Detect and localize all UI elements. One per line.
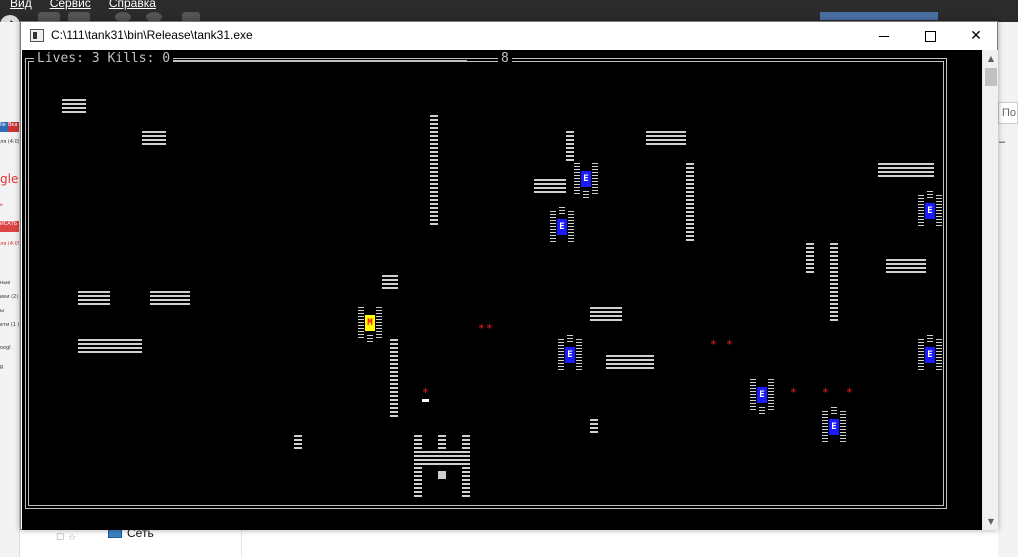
scroll-thumb[interactable]	[985, 68, 997, 86]
brick-wall	[606, 355, 654, 371]
shell: *	[486, 322, 493, 335]
background-tab[interactable]	[820, 12, 938, 20]
shell: *	[846, 386, 853, 399]
console-output[interactable]: Lives: 3 Kills: 0 8 E E E M E E E E * * …	[22, 50, 982, 530]
shell: *	[422, 386, 429, 399]
brick-wall	[534, 179, 566, 195]
marker	[422, 399, 429, 402]
level-number: 8	[498, 52, 512, 66]
maximize-button[interactable]	[907, 22, 953, 50]
shell: *	[710, 338, 717, 351]
desktop: Вид Сервис Справка ➜ lle Вка ля (4:0) gl…	[0, 0, 1018, 557]
strip-text: oogl	[0, 345, 11, 351]
menu-service[interactable]: Сервис	[50, 0, 91, 10]
strip-text: ИСАТЬ	[0, 221, 19, 232]
shell: *	[478, 322, 485, 335]
scroll-up-icon[interactable]: ▲	[983, 50, 999, 67]
minimize-button[interactable]	[861, 22, 907, 50]
enemy-tank: E	[750, 379, 774, 415]
title-bar[interactable]: C:\111\tank31\bin\Release\tank31.exe ✕	[21, 22, 997, 50]
brick-wall	[142, 131, 166, 147]
brick-wall	[390, 339, 398, 419]
brick-wall	[686, 163, 694, 243]
player-tank: M	[358, 307, 382, 343]
close-button[interactable]: ✕	[953, 22, 999, 50]
base-wall	[414, 435, 422, 499]
strip-text: R	[0, 365, 4, 371]
enemy-tank: E	[558, 335, 582, 371]
background-search-input[interactable]: По	[998, 102, 1018, 124]
brick-wall	[78, 291, 110, 307]
divider	[241, 530, 242, 557]
enemy-tank: E	[918, 191, 942, 227]
brick-wall	[646, 131, 686, 147]
base-eagle	[438, 471, 446, 479]
brick-wall	[294, 435, 302, 451]
brick-wall	[590, 419, 598, 435]
strip-text: ные	[0, 280, 11, 286]
strip-text: ы	[0, 308, 4, 314]
hud-status: Lives: 3 Kills: 0	[34, 52, 174, 66]
strip-text: ики (2)	[0, 294, 19, 300]
base-wall	[462, 435, 470, 499]
brick-wall	[150, 291, 190, 307]
brick-wall	[566, 131, 574, 163]
brick-wall	[62, 99, 86, 115]
enemy-tank: E	[574, 163, 598, 199]
window-title: C:\111\tank31\bin\Release\tank31.exe	[51, 28, 253, 42]
brick-wall	[78, 339, 142, 355]
strip-text: gle	[0, 172, 19, 186]
vertical-scrollbar[interactable]: ▲ ▼	[982, 50, 998, 530]
background-row-icons: ☐ ☆	[56, 533, 76, 543]
menu-view[interactable]: Вид	[10, 0, 32, 10]
shell: *	[726, 338, 733, 351]
shell: *	[822, 386, 829, 399]
enemy-tank: E	[822, 407, 846, 443]
strip-text: ь	[0, 202, 3, 208]
brick-wall	[830, 243, 838, 323]
brick-wall	[878, 163, 934, 179]
console-app-icon	[30, 29, 44, 42]
brick-wall	[886, 259, 926, 275]
scroll-down-icon[interactable]: ▼	[983, 513, 999, 530]
background-toolbar: Вид Сервис Справка	[0, 0, 1018, 22]
star-icon: ☆	[68, 533, 77, 543]
brick-wall	[382, 275, 398, 291]
background-explorer-pane	[20, 530, 998, 557]
background-menu: Вид Сервис Справка	[10, 0, 156, 10]
strip-text: ля (4:05)	[0, 241, 19, 247]
enemy-tank: E	[550, 207, 574, 243]
base-wall	[422, 451, 462, 467]
enemy-tank: E	[918, 335, 942, 371]
menu-help[interactable]: Справка	[109, 0, 156, 10]
checkbox-icon: ☐	[56, 533, 65, 543]
strip-text: ети (1 ()	[0, 322, 20, 328]
console-window: C:\111\tank31\bin\Release\tank31.exe ✕ L…	[20, 21, 998, 530]
base-wall	[438, 435, 446, 451]
background-minus: –	[999, 136, 1006, 148]
playfield-border-inner	[28, 61, 944, 506]
brick-wall	[590, 307, 622, 323]
strip-text: ля (4:0)	[0, 139, 20, 145]
strip-text: Вка	[8, 122, 19, 132]
hud-divider	[172, 58, 467, 61]
brick-wall	[806, 243, 814, 275]
shell: *	[790, 386, 797, 399]
background-browser-strip: lle Вка ля (4:0) gle ь ИСАТЬ ля (4:05) н…	[0, 22, 20, 557]
brick-wall	[430, 115, 438, 227]
